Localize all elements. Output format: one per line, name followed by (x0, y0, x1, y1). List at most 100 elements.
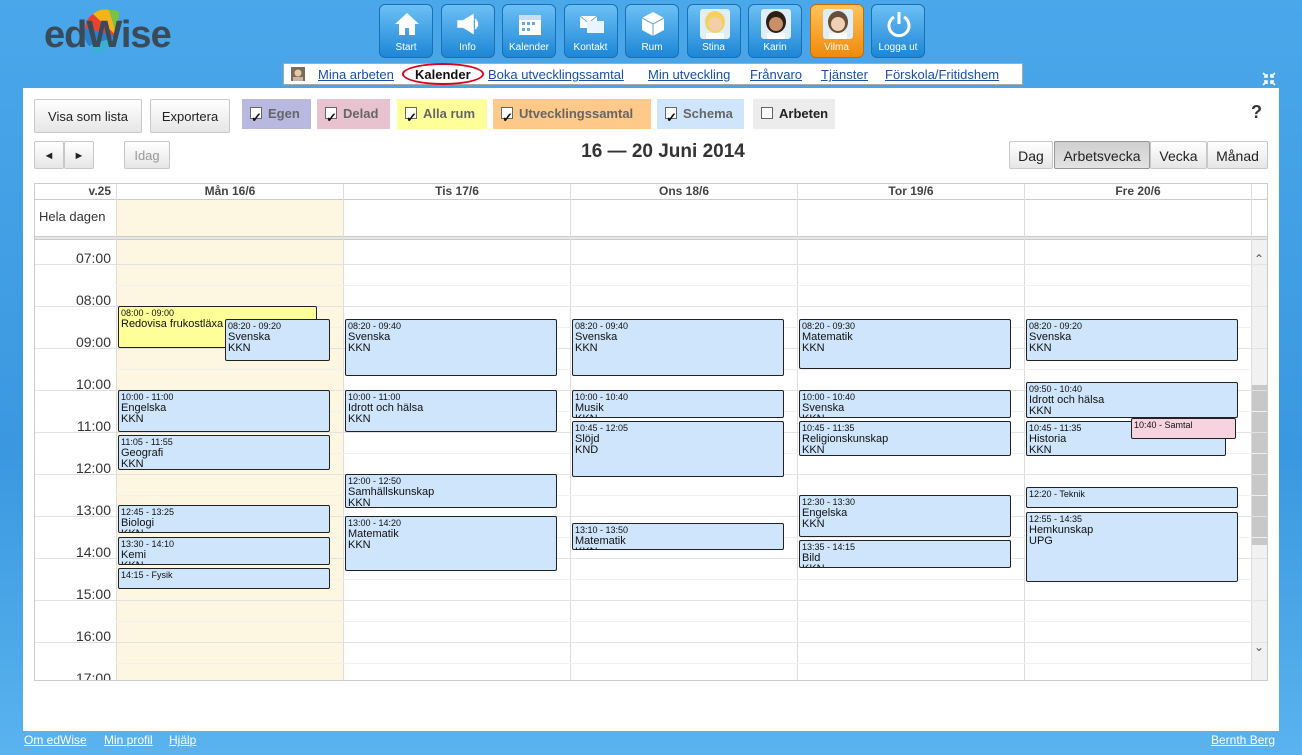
event-title: Svenska (575, 331, 618, 344)
collapse-icon[interactable] (1262, 72, 1278, 88)
nav-start-button[interactable]: Start (379, 4, 433, 58)
calendar-icon (519, 15, 541, 35)
event-room: KKN (575, 546, 781, 549)
event-title: Engelska (802, 506, 848, 519)
nav-info-button[interactable]: Info (440, 4, 495, 58)
calendar-event[interactable]: 09:50 - 10:40 Idrott och hälsa KKN (1026, 382, 1238, 418)
subnav-link-förskola-fritidshem[interactable]: Förskola/Fritidshem (885, 67, 999, 82)
nav-label: Rum (641, 42, 663, 53)
footer-link-min-profil[interactable]: Min profil (104, 733, 153, 747)
checkbox-icon[interactable] (501, 103, 513, 133)
calendar-event[interactable]: 12:45 - 13:25BiologiKKN (118, 505, 330, 534)
event-time: 13:30 - 14:10 (121, 538, 175, 549)
calendar-event[interactable]: 13:00 - 14:20 Matematik KKN (345, 515, 557, 572)
event-title: Idrott och hälsa (1029, 394, 1105, 407)
subnav-link-frånvaro[interactable]: Frånvaro (750, 67, 802, 82)
calendar-event[interactable]: 12:55 - 14:35 Hemkunskap UPG (1026, 512, 1238, 582)
filter-egen[interactable]: Egen (242, 99, 311, 133)
event-room: KKN (348, 412, 371, 425)
calendar-event[interactable]: 12:30 - 13:30 Engelska KKN (799, 494, 1011, 537)
filter-label: Schema (683, 106, 733, 121)
checkbox-icon[interactable] (405, 103, 417, 133)
checkbox-icon[interactable] (250, 103, 262, 133)
nav-karin-button[interactable]: Karin (748, 4, 802, 58)
nav-label: Info (459, 42, 476, 53)
nav-kontakt-button[interactable]: Kontakt (563, 4, 618, 58)
checkbox-icon[interactable] (325, 103, 337, 133)
calendar-event[interactable]: 10:00 - 10:40MusikKKN (572, 389, 784, 418)
event-room: KKN (348, 538, 371, 551)
filter-alla-rum[interactable]: Alla rum (397, 99, 487, 133)
date-title: 16 — 20 Juni 2014 (581, 141, 745, 162)
calendar-event[interactable]: 14:15 - Fysik (118, 568, 330, 590)
show-as-list-button[interactable]: Visa som lista (34, 99, 142, 133)
header-divider (35, 199, 1267, 200)
filter-label: Alla rum (423, 106, 476, 121)
nav-rum-button[interactable]: Rum (625, 4, 679, 58)
subnav-link-min-utveckling[interactable]: Min utveckling (648, 67, 730, 82)
calendar-event[interactable]: 08:20 - 09:40 Svenska KKN (345, 319, 557, 376)
event-title: Svenska (1029, 331, 1072, 344)
help-icon[interactable]: ? (1251, 102, 1262, 123)
time-label: 08:00 (75, 291, 111, 308)
checkbox-icon[interactable] (665, 103, 677, 133)
calendar-event[interactable]: 12:20 - Teknik (1026, 487, 1238, 509)
event-room: KKN (121, 412, 144, 425)
event-room: KKN (802, 517, 825, 530)
event-room: KKN (802, 413, 1008, 417)
nav-kalender-button[interactable]: Kalender (502, 4, 556, 58)
calendar-event[interactable]: 10:40 - Samtal (1131, 417, 1236, 439)
event-title: Biologi (121, 517, 155, 530)
event-room: KKN (802, 342, 825, 355)
calendar-event[interactable]: 08:20 - 09:30 Matematik KKN (799, 319, 1011, 369)
filter-arbeten[interactable]: Arbeten (753, 99, 835, 129)
nav-vilma-button[interactable]: Vilma (809, 4, 864, 58)
subnav-link-mina-arbeten[interactable]: Mina arbeten (318, 67, 394, 82)
prev-button[interactable]: ◄ (34, 141, 64, 169)
view-dag-button[interactable]: Dag (1009, 141, 1053, 169)
calendar-event[interactable]: 10:00 - 11:00 Idrott och hälsa KKN (345, 389, 557, 432)
subnav-link-tjänster[interactable]: Tjänster (821, 67, 868, 82)
calendar-event[interactable]: 13:10 - 13:50MatematikKKN (572, 522, 784, 551)
footer-link-hjälp[interactable]: Hjälp (169, 733, 196, 747)
filter-schema[interactable]: Schema (657, 99, 744, 133)
calendar-event[interactable]: 11:05 - 11:55 Geografi KKN (118, 434, 330, 471)
calendar-event[interactable]: 08:20 - 09:20 Svenska KKN (225, 319, 330, 362)
hour-line (35, 263, 1267, 265)
calendar-event[interactable]: 08:20 - 09:20 Svenska KKN (1026, 319, 1238, 362)
event-title: Samhällskunskap (348, 485, 435, 498)
nav-label: Kontakt (573, 42, 608, 53)
footer-user-link[interactable]: Bernth Berg (1211, 733, 1275, 747)
calendar-event[interactable]: 10:00 - 11:00 Engelska KKN (118, 389, 330, 432)
calendar-event[interactable]: 10:45 - 12:05 Slöjd KND (572, 421, 784, 477)
calendar-event[interactable]: 10:45 - 11:35 Religionskunskap KKN (799, 421, 1011, 456)
nav-stina-button[interactable]: Stina (686, 4, 741, 58)
nav-logga-ut-button[interactable]: Logga ut (871, 4, 925, 58)
today-button[interactable]: Idag (124, 141, 170, 169)
calendar-panel: Visa som lista Exportera ? ◄ ► Idag 16 —… (23, 88, 1279, 731)
calendar-event[interactable]: 10:00 - 10:40SvenskaKKN (799, 389, 1011, 418)
calendar-event[interactable]: 13:35 - 14:15BildKKN (799, 539, 1011, 569)
view-arbetsvecka-button[interactable]: Arbetsvecka (1054, 141, 1150, 169)
scrollbar-thumb[interactable] (1252, 385, 1267, 545)
portrait-icon (291, 67, 305, 81)
calendar-event[interactable]: 12:00 - 12:50 Samhällskunskap KKN (345, 473, 557, 509)
next-button[interactable]: ► (64, 141, 94, 169)
footer-link-om-edwise[interactable]: Om edWise (24, 733, 87, 747)
event-time: 10:40 - Samtal (1134, 419, 1193, 430)
day-header: Ons 18/6 (570, 184, 797, 199)
export-button[interactable]: Exportera (150, 99, 230, 133)
checkbox-icon[interactable] (761, 107, 773, 119)
calendar-event[interactable]: 08:20 - 09:40 Svenska KKN (572, 319, 784, 376)
event-title: Svenska (802, 401, 845, 414)
subnav-link-boka-utvecklingssamtal[interactable]: Boka utvecklingssamtal (488, 67, 624, 82)
calendar-event[interactable]: 13:30 - 14:10KemiKKN (118, 536, 330, 565)
view-månad-button[interactable]: Månad (1207, 141, 1268, 169)
time-label: 13:00 (75, 501, 111, 518)
view-vecka-button[interactable]: Vecka (1150, 141, 1207, 169)
filter-utvecklingssamtal[interactable]: Utvecklingssamtal (493, 99, 651, 133)
event-title: Hemkunskap (1029, 524, 1094, 537)
event-room: KKN (228, 342, 251, 355)
event-title: Religionskunskap (802, 433, 889, 446)
filter-delad[interactable]: Delad (317, 99, 390, 133)
